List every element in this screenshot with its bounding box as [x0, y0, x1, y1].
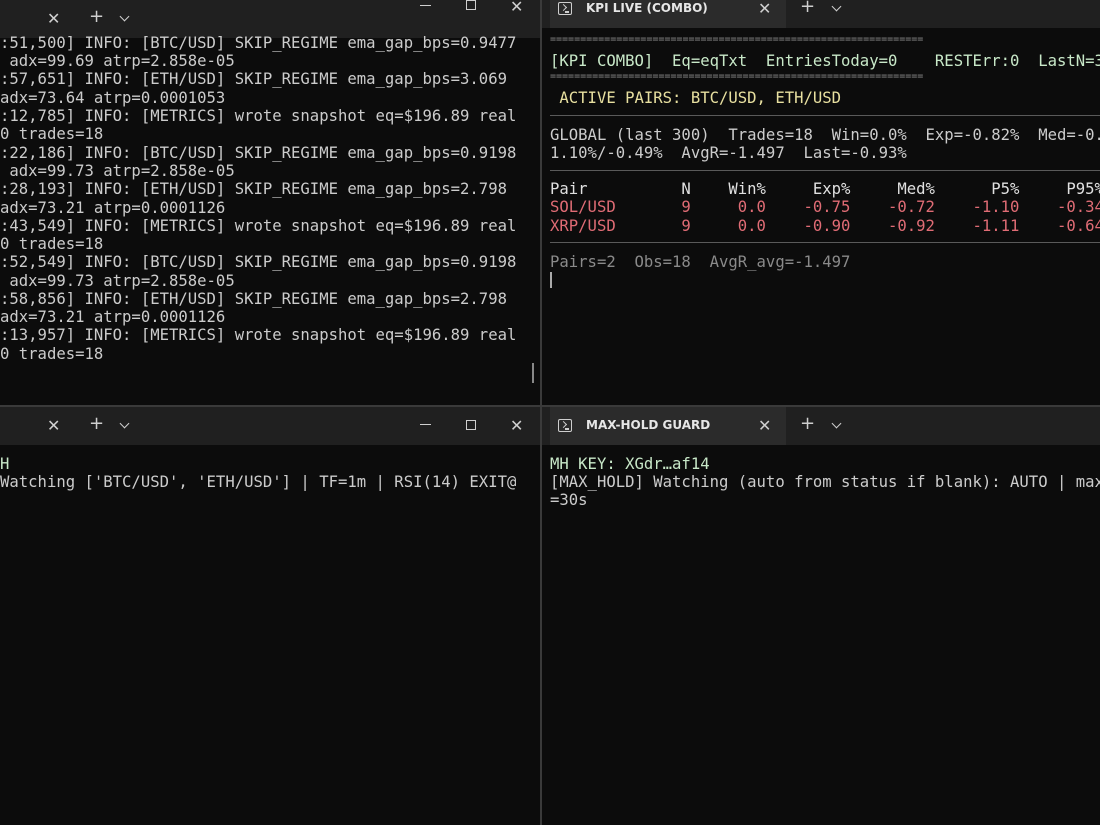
close-tab-icon[interactable]: ✕: [758, 416, 771, 435]
log-line: :57,651] INFO: [ETH/USD] SKIP_REGIME ema…: [0, 70, 507, 88]
terminal-pane-bottom-left[interactable]: ✕ + ✕ H Watching ['BTC/USD', 'ETH/USD'] …: [0, 407, 540, 825]
kpi-combo-line: [KPI COMBO] Eq=eqTxt EntriesToday=0 REST…: [550, 52, 1100, 70]
terminal-output[interactable]: :51,500] INFO: [BTC/USD] SKIP_REGIME ema…: [0, 0, 540, 405]
log-line: :22,186] INFO: [BTC/USD] SKIP_REGIME ema…: [0, 144, 517, 162]
separator: [550, 242, 1100, 243]
terminal-output[interactable]: H Watching ['BTC/USD', 'ETH/USD'] | TF=1…: [0, 445, 540, 825]
chevron-down-icon[interactable]: [119, 418, 130, 429]
table-row: SOL/USD 9 0.0 -0.75 -0.72 -1.10 -0.34 -1: [550, 198, 1100, 216]
rule-line: ========================================…: [550, 34, 924, 45]
terminal-pane-top-left[interactable]: ✕ + ✕ :51,500] INFO: [BTC/USD] SKIP_REGI…: [0, 0, 540, 405]
log-line: 0 trades=18: [0, 125, 104, 143]
log-line: =30s: [550, 491, 588, 509]
table-row: XRP/USD 9 0.0 -0.90 -0.92 -1.11 -0.64 -1: [550, 217, 1100, 235]
log-line: adx=73.64 atrp=0.0001053: [0, 89, 226, 107]
window-close-icon[interactable]: ✕: [510, 416, 523, 435]
pane-divider-horizontal[interactable]: [0, 405, 1100, 407]
log-line: [MAX_HOLD] Watching (auto from status if…: [550, 473, 1100, 491]
terminal-pane-top-right[interactable]: KPI LIVE (COMBO) ✕ + ===================…: [542, 0, 1100, 405]
mh-key-line: MH KEY: XGdr…af14: [550, 455, 710, 473]
log-line: :52,549] INFO: [BTC/USD] SKIP_REGIME ema…: [0, 253, 517, 271]
log-line: :12,785] INFO: [METRICS] wrote snapshot …: [0, 107, 517, 125]
global-stats-line: 1.10%/-0.49% AvgR=-1.497 Last=-0.93%: [550, 144, 907, 162]
close-tab-icon[interactable]: ✕: [47, 416, 60, 435]
scrollbar[interactable]: [532, 363, 534, 383]
rule-line: ========================================…: [550, 71, 924, 82]
log-line: 0 trades=18: [0, 235, 104, 253]
terminal-output[interactable]: MH KEY: XGdr…af14 [MAX_HOLD] Watching (a…: [542, 445, 1100, 825]
tab-max-hold-guard[interactable]: MAX-HOLD GUARD ✕: [550, 407, 786, 445]
summary-line: Pairs=2 Obs=18 AvgR_avg=-1.497: [550, 253, 851, 271]
log-line: adx=73.21 atrp=0.0001126: [0, 308, 226, 326]
log-line: adx=73.21 atrp=0.0001126: [0, 199, 226, 217]
chevron-down-icon[interactable]: [831, 418, 842, 429]
tab-title: MAX-HOLD GUARD: [586, 418, 711, 432]
log-line: :13,957] INFO: [METRICS] wrote snapshot …: [0, 326, 517, 344]
text-cursor: [550, 272, 552, 288]
tab-bar: ✕ + ✕: [0, 407, 540, 445]
terminal-pane-bottom-right[interactable]: MAX-HOLD GUARD ✕ + MH KEY: XGdr…af14 [MA…: [542, 407, 1100, 825]
log-line: :58,856] INFO: [ETH/USD] SKIP_REGIME ema…: [0, 290, 507, 308]
log-line: :51,500] INFO: [BTC/USD] SKIP_REGIME ema…: [0, 34, 517, 52]
pane-divider-vertical[interactable]: [540, 0, 542, 825]
maximize-icon[interactable]: [466, 420, 476, 430]
active-pairs: ACTIVE PAIRS: BTC/USD, ETH/USD: [550, 89, 842, 107]
log-line: adx=99.73 atrp=2.858e-05: [0, 272, 235, 290]
powershell-icon: [558, 419, 572, 432]
terminal-output[interactable]: ========================================…: [542, 0, 1100, 405]
log-line: 0 trades=18: [0, 345, 104, 363]
log-line: adx=99.69 atrp=2.858e-05: [0, 52, 235, 70]
tab-bar: MAX-HOLD GUARD ✕ +: [542, 407, 1100, 445]
table-header: Pair N Win% Exp% Med% P5% P95%: [550, 180, 1100, 198]
log-line: H: [0, 455, 10, 473]
log-line: :43,549] INFO: [METRICS] wrote snapshot …: [0, 217, 517, 235]
log-line: adx=99.73 atrp=2.858e-05: [0, 162, 235, 180]
log-line: :28,193] INFO: [ETH/USD] SKIP_REGIME ema…: [0, 180, 507, 198]
separator: [550, 115, 1100, 116]
log-line: Watching ['BTC/USD', 'ETH/USD'] | TF=1m …: [0, 473, 517, 491]
minimize-icon[interactable]: [420, 424, 431, 425]
new-tab-icon[interactable]: +: [89, 413, 104, 434]
global-stats-line: GLOBAL (last 300) Trades=18 Win=0.0% Exp…: [550, 126, 1100, 144]
new-tab-icon[interactable]: +: [800, 413, 815, 434]
separator: [550, 170, 1100, 171]
